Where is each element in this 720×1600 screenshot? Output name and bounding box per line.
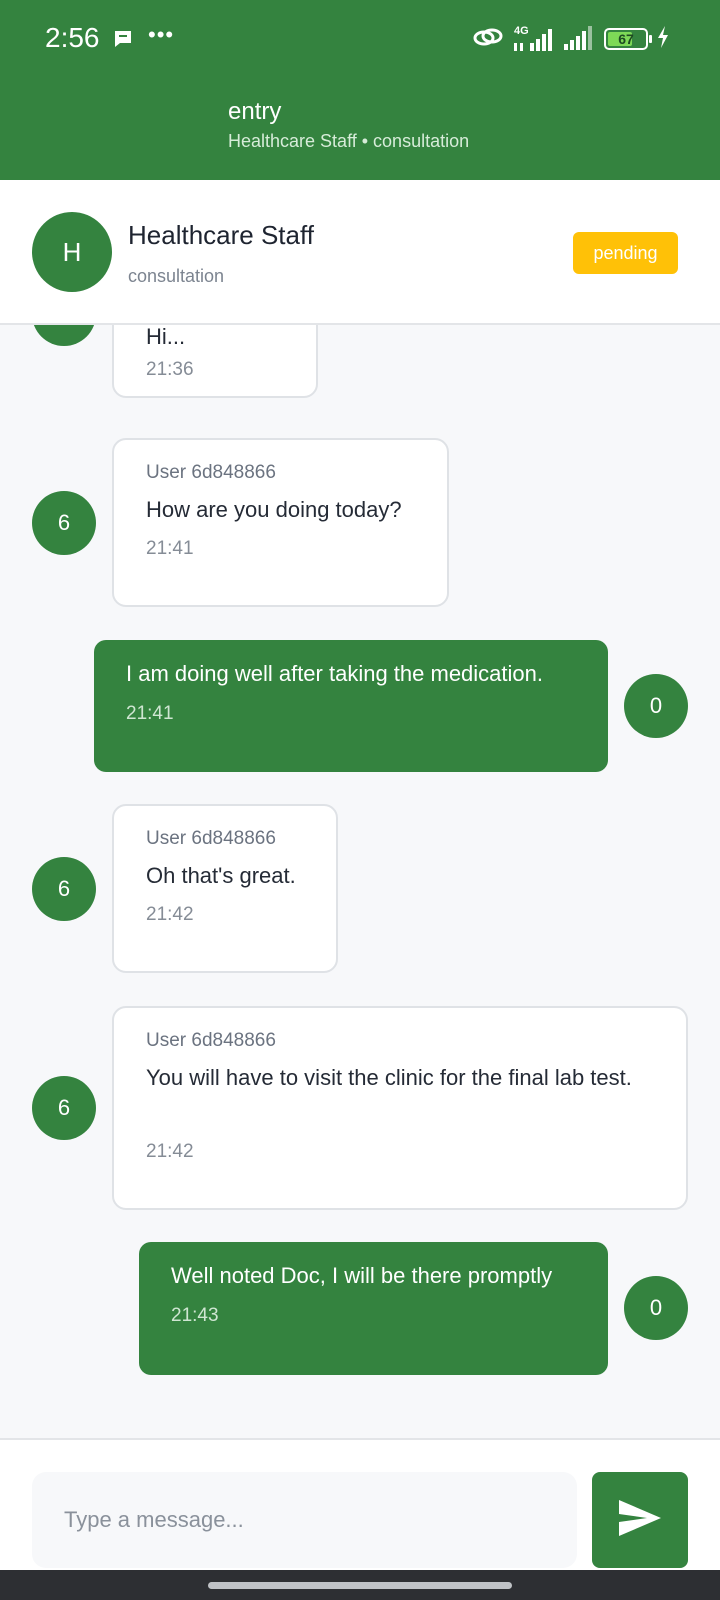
system-nav-bar xyxy=(0,1570,720,1600)
link-icon xyxy=(472,25,504,54)
battery-icon: 67 xyxy=(604,28,652,50)
message-avatar: 6 xyxy=(32,1076,96,1140)
status-badge: pending xyxy=(573,232,678,274)
message-time: 21:42 xyxy=(146,1141,194,1162)
battery-level: 67 xyxy=(618,31,634,47)
status-bar: 2:56 ••• 4G 67 xyxy=(0,0,720,78)
message-time: 21:43 xyxy=(171,1305,219,1326)
status-time: 2:56 xyxy=(45,22,100,53)
message-text: Hi... xyxy=(146,325,186,349)
message-list[interactable]: 6 Hi... 21:36 6 User 6d848866 How are yo… xyxy=(0,325,720,1438)
message-bubble-outgoing: Well noted Doc, I will be there promptly… xyxy=(139,1242,608,1375)
message-sender: User 6d848866 xyxy=(146,1030,276,1051)
message-avatar: 6 xyxy=(32,857,96,921)
send-button[interactable] xyxy=(592,1472,688,1568)
message-sender: User 6d848866 xyxy=(146,828,276,849)
network-type-icon: 4G xyxy=(512,25,554,53)
page-subtitle: Healthcare Staff • consultation xyxy=(228,131,470,151)
message-avatar: 6 xyxy=(32,325,96,346)
send-icon xyxy=(617,1498,663,1543)
message-avatar: 0 xyxy=(624,674,688,738)
charging-icon xyxy=(656,25,670,54)
more-notifications-icon: ••• xyxy=(148,22,175,47)
message-text: I am doing well after taking the medicat… xyxy=(126,661,544,686)
contact-subtitle: consultation xyxy=(128,266,225,286)
app-header: 2:56 ••• 4G 67 entry Healthcare Staff • … xyxy=(0,0,720,180)
message-text: Oh that's great. xyxy=(146,863,296,888)
message-time: 21:41 xyxy=(146,538,194,559)
contact-avatar[interactable]: H xyxy=(32,212,112,292)
message-time: 21:42 xyxy=(146,904,194,925)
message-time: 21:41 xyxy=(126,703,174,724)
message-text: You will have to visit the clinic for th… xyxy=(146,1065,632,1090)
message-bubble-outgoing: I am doing well after taking the medicat… xyxy=(94,640,608,772)
message-text: How are you doing today? xyxy=(146,497,402,522)
gesture-handle[interactable] xyxy=(208,1582,512,1589)
message-avatar: 6 xyxy=(32,491,96,555)
message-input[interactable] xyxy=(32,1472,577,1568)
contact-name: Healthcare Staff xyxy=(128,220,314,250)
page-title: entry xyxy=(228,98,282,125)
message-bubble-incoming: User 6d848866 Oh that's great. 21:42 xyxy=(112,804,338,973)
message-composer xyxy=(0,1438,720,1570)
message-bubble-incoming: User 6d848866 How are you doing today? 2… xyxy=(112,438,449,607)
status-icons: 4G 67 xyxy=(472,24,670,54)
message-notification-icon xyxy=(112,28,134,50)
message-text: Well noted Doc, I will be there promptly xyxy=(171,1263,553,1288)
message-bubble-incoming: Hi... 21:36 xyxy=(112,325,318,398)
signal-icon xyxy=(562,24,596,55)
message-bubble-incoming: User 6d848866 You will have to visit the… xyxy=(112,1006,688,1210)
message-avatar: 0 xyxy=(624,1276,688,1340)
message-sender: User 6d848866 xyxy=(146,462,276,483)
message-time: 21:36 xyxy=(146,359,194,380)
contact-header: H Healthcare Staff consultation pending xyxy=(0,180,720,325)
